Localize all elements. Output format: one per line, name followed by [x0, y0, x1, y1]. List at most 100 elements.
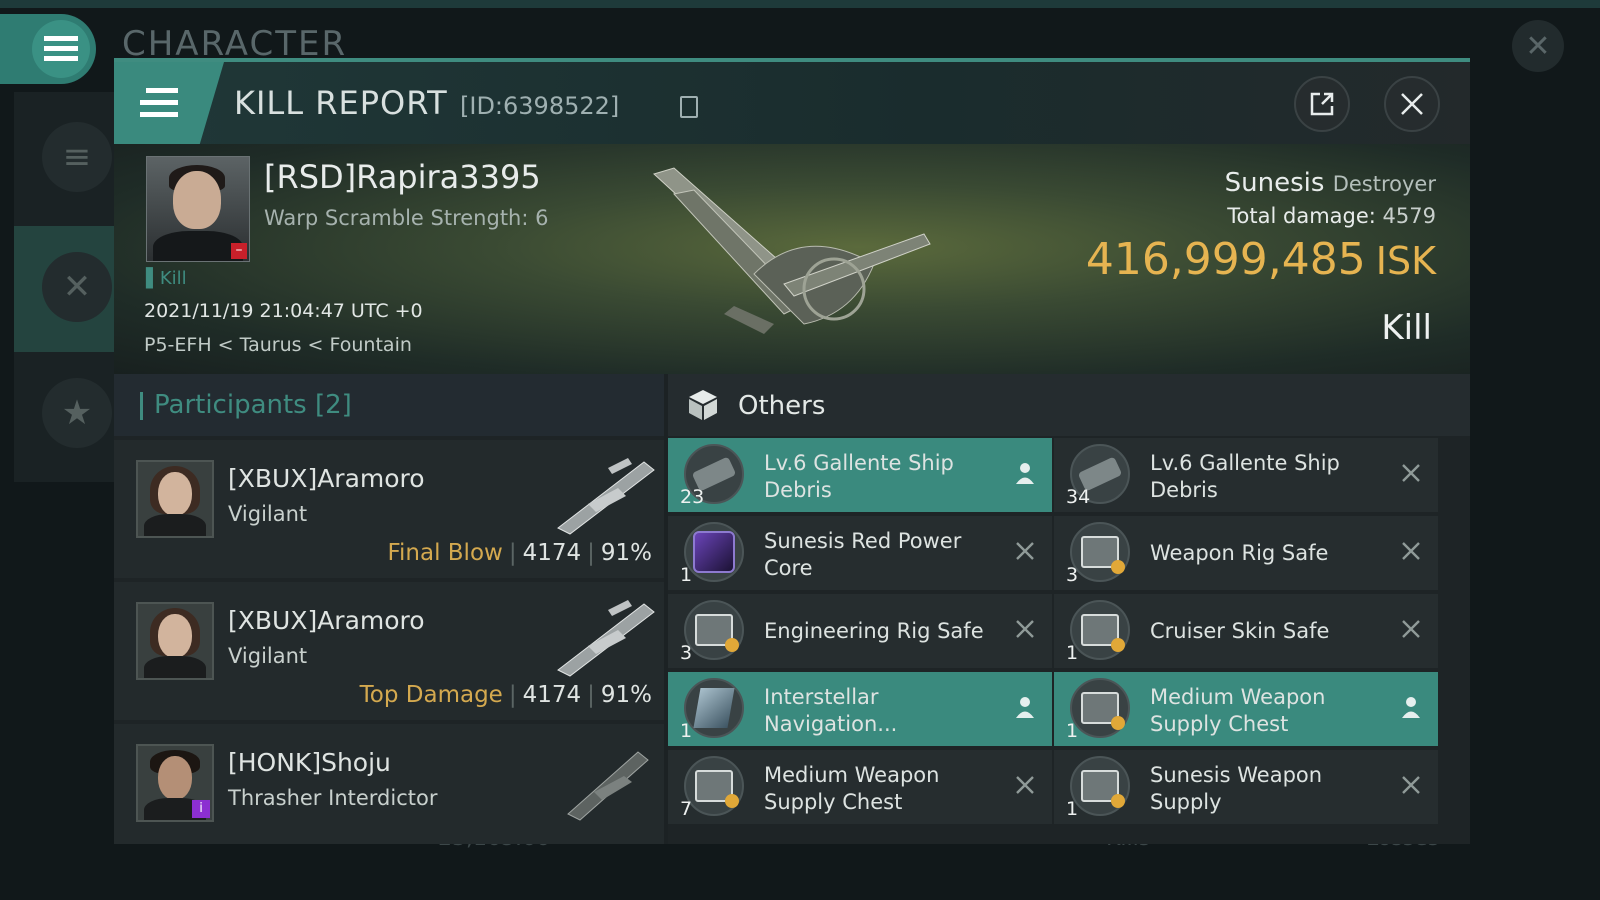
participant-name: [HONK]Shoju	[228, 748, 391, 777]
item-quantity: 7	[680, 798, 693, 820]
item-quantity: 34	[1066, 486, 1091, 508]
crate-icon	[1070, 678, 1130, 738]
item-name: Sunesis Red Power Core	[764, 529, 962, 580]
loot-item[interactable]: 1 Cruiser Skin Safe	[1054, 594, 1438, 668]
participant-ship: Thrasher Interdictor	[228, 786, 438, 810]
participant-ship: Vigilant	[228, 644, 308, 668]
loot-item[interactable]: 3 Weapon Rig Safe	[1054, 516, 1438, 590]
close-button[interactable]	[1384, 76, 1440, 132]
item-quantity: 1	[1066, 642, 1079, 664]
background-list-icon[interactable]: ≡	[42, 122, 112, 192]
person-icon[interactable]	[1398, 694, 1424, 720]
loot-item[interactable]: 34 Lv.6 Gallente Ship Debris	[1054, 438, 1438, 512]
crate-icon	[684, 756, 744, 816]
participant-row[interactable]: [XBUX]Aramoro Vigilant Final Blow | 4174 | 9…	[114, 440, 664, 578]
total-damage: Total damage: 4579	[1227, 204, 1436, 228]
report-id: [ID:6398522]	[460, 92, 620, 120]
loot-item[interactable]: 7 Medium Weapon Supply Chest	[668, 750, 1052, 824]
share-button[interactable]	[1294, 76, 1350, 132]
hamburger-icon	[32, 20, 90, 78]
person-icon[interactable]	[1012, 694, 1038, 720]
others-header: Others	[668, 374, 1470, 436]
kill-report-header: KILL REPORT [ID:6398522]	[114, 62, 1470, 144]
copy-icon[interactable]	[680, 96, 698, 118]
participants-section: Participants [2] [XBUX]Aramoro Vigilant …	[114, 374, 664, 844]
page-title: KILL REPORT	[234, 84, 448, 122]
victim-ship-image	[653, 167, 931, 334]
loot-item[interactable]: 1 Sunesis Weapon Supply	[1054, 750, 1438, 824]
close-icon[interactable]	[1398, 460, 1424, 486]
kill-report-panel: KILL REPORT [ID:6398522] – [RSD]Rapira33…	[114, 58, 1470, 844]
background-star-icon[interactable]: ★	[42, 378, 112, 448]
core-icon	[684, 522, 744, 582]
others-title: Others	[738, 391, 826, 421]
item-quantity: 1	[1066, 798, 1079, 820]
participant-stats: Top Damage | 4174 | 91%	[359, 682, 652, 708]
isk-value: 416,999,485 ISK	[1085, 234, 1436, 285]
close-icon[interactable]	[1012, 772, 1038, 798]
close-icon	[1401, 93, 1423, 115]
result-label: Kill	[1381, 308, 1432, 348]
crate-icon	[684, 600, 744, 660]
close-icon[interactable]	[1012, 616, 1038, 642]
loot-item[interactable]: 1 Sunesis Red Power Core	[668, 516, 1052, 590]
item-quantity: 1	[680, 720, 693, 742]
participant-ship-image	[567, 751, 649, 821]
background-swords-icon[interactable]: ✕	[42, 252, 112, 322]
kill-location[interactable]: P5-EFH < Taurus < Fountain	[144, 334, 412, 356]
top-bar	[0, 0, 1600, 8]
item-name: Interstellar Navigation...	[764, 685, 898, 736]
item-quantity: 1	[1066, 720, 1079, 742]
participant-stats: Final Blow | 4174 | 91%	[387, 540, 652, 566]
participant-ship-image	[557, 600, 655, 677]
loot-item[interactable]: 1 Medium Weapon Supply Chest	[1054, 672, 1438, 746]
others-section: Others 23 Lv.6 Gallente Ship Debris 34 Lv.6…	[668, 374, 1470, 844]
loot-item[interactable]: 1 Interstellar Navigation...	[668, 672, 1052, 746]
main-menu-button[interactable]	[0, 14, 96, 84]
item-name: Weapon Rig Safe	[1150, 541, 1329, 565]
item-quantity: 23	[680, 486, 705, 508]
victim-section: – [RSD]Rapira3395 Warp Scramble Strength…	[114, 144, 1470, 374]
cube-icon	[689, 390, 717, 420]
victim-name[interactable]: [RSD]Rapira3395	[264, 158, 541, 196]
menu-button[interactable]	[114, 62, 224, 144]
loot-item[interactable]: 3 Engineering Rig Safe	[668, 594, 1052, 668]
avatar	[136, 602, 214, 680]
item-name: Medium Weapon Supply Chest	[1150, 685, 1326, 736]
crate-icon	[1070, 756, 1130, 816]
participant-row[interactable]: i [HONK]Shoju Thrasher Interdictor	[114, 724, 664, 844]
close-icon: ✕	[1525, 28, 1551, 64]
avatar	[136, 460, 214, 538]
close-icon[interactable]	[1012, 538, 1038, 564]
close-icon[interactable]	[1398, 772, 1424, 798]
item-name: Cruiser Skin Safe	[1150, 619, 1330, 643]
share-icon	[1310, 92, 1334, 116]
hamburger-icon	[140, 88, 178, 117]
item-name: Sunesis Weapon Supply	[1150, 763, 1323, 814]
item-name: Lv.6 Gallente Ship Debris	[764, 451, 954, 502]
item-name: Engineering Rig Safe	[764, 619, 984, 643]
security-flag-icon: –	[231, 243, 247, 259]
item-quantity: 3	[1066, 564, 1079, 586]
participant-row[interactable]: [XBUX]Aramoro Vigilant Top Damage | 4174 | 9…	[114, 582, 664, 720]
close-icon[interactable]	[1398, 616, 1424, 642]
victim-ship[interactable]: Sunesis Destroyer	[1225, 168, 1436, 198]
participants-header[interactable]: Participants [2]	[114, 374, 664, 436]
nav-icon	[684, 678, 744, 738]
background-close-button[interactable]: ✕	[1512, 20, 1564, 72]
participant-ship-image	[557, 458, 655, 535]
loot-item[interactable]: 23 Lv.6 Gallente Ship Debris	[668, 438, 1052, 512]
item-name: Medium Weapon Supply Chest	[764, 763, 940, 814]
victim-avatar[interactable]: –	[146, 156, 250, 262]
person-icon[interactable]	[1012, 460, 1038, 486]
item-quantity: 3	[680, 642, 693, 664]
participants-title: Participants [2]	[154, 390, 352, 420]
role-badge-icon: i	[192, 800, 210, 818]
avatar: i	[136, 744, 214, 822]
participant-name: [XBUX]Aramoro	[228, 606, 425, 635]
kill-tag: ▌Kill	[146, 268, 187, 289]
warp-scramble-strength: Warp Scramble Strength: 6	[264, 206, 549, 230]
crate-icon	[1070, 600, 1130, 660]
close-icon[interactable]	[1398, 538, 1424, 564]
kill-timestamp: 2021/11/19 21:04:47 UTC +0	[144, 300, 423, 322]
